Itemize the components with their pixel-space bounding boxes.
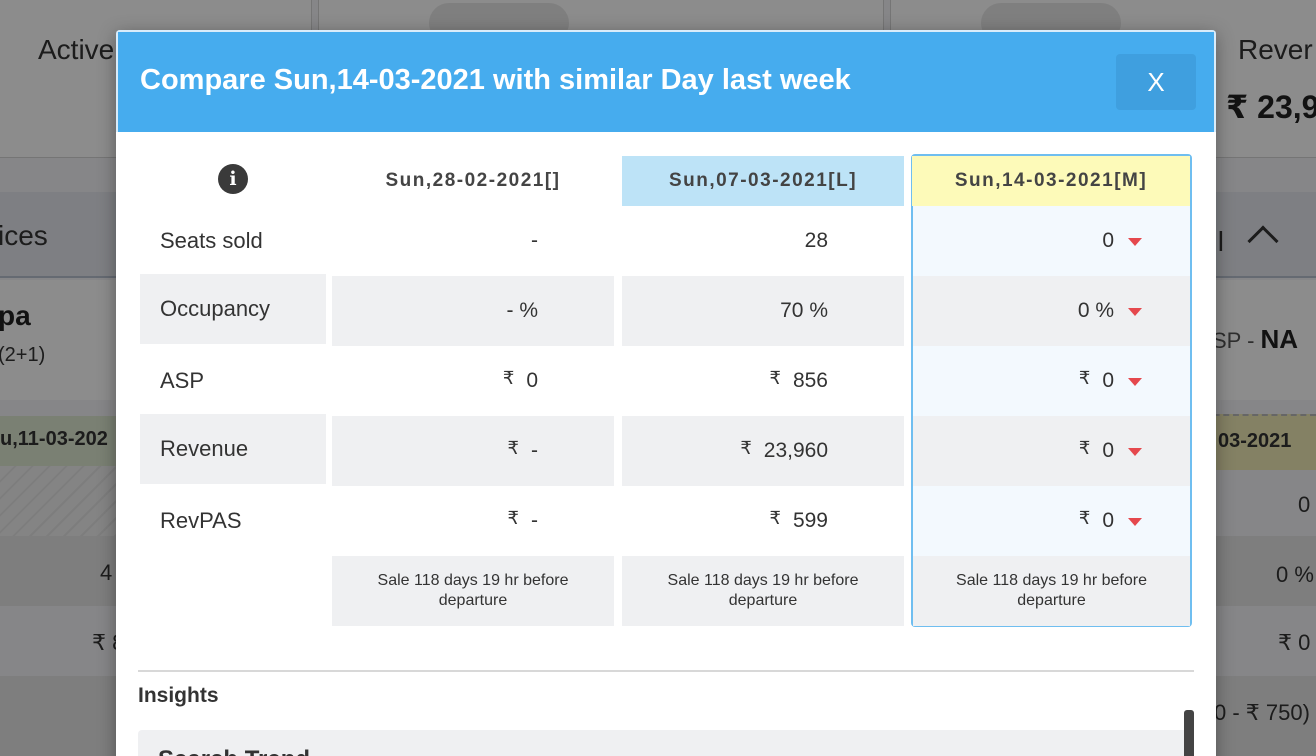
trend-down-icon [1128, 238, 1142, 246]
occupancy-value: 0 % [913, 276, 1190, 346]
value-text: - [531, 439, 538, 462]
value-text: 0 [1102, 439, 1114, 462]
sale-timing-note: Sale 118 days 19 hr before departure [913, 556, 1190, 626]
occupancy-value: - % [332, 276, 614, 346]
seats-sold-value: 0 [913, 206, 1190, 276]
trend-down-icon [1128, 378, 1142, 386]
value-text: 0 % [1077, 299, 1114, 322]
column-tag: [M] [1114, 170, 1148, 191]
compare-modal: Compare Sun,14-03-2021 with similar Day … [116, 30, 1216, 756]
column-tag: [] [544, 170, 561, 191]
row-label-revpas: RevPAS [160, 508, 242, 533]
column-header-last-week: Sun,07-03-2021 [L] [622, 156, 904, 206]
column-tag: [L] [828, 170, 858, 191]
revpas-value: ₹0 [913, 486, 1190, 556]
scrollbar-thumb[interactable] [1184, 710, 1194, 756]
value-text: 856 [792, 369, 828, 392]
occupancy-value: 70 % [622, 276, 904, 346]
asp-value: ₹856 [622, 346, 904, 416]
asp-value: ₹0 [332, 346, 614, 416]
trend-down-icon [1128, 308, 1142, 316]
rupee-icon: ₹ [507, 507, 519, 528]
section-divider [138, 670, 1194, 672]
value-text: 0 [1102, 369, 1114, 392]
column-header-two-weeks-ago: Sun,28-02-2021 [] [332, 156, 614, 206]
modal-header: Compare Sun,14-03-2021 with similar Day … [116, 30, 1216, 132]
rupee-icon: ₹ [507, 437, 519, 458]
trend-down-icon [1128, 518, 1142, 526]
rupee-icon: ₹ [740, 437, 752, 458]
revpas-value: ₹599 [622, 486, 904, 556]
row-label-occupancy: Occupancy [140, 274, 326, 344]
rupee-icon: ₹ [769, 507, 781, 528]
asp-value: ₹0 [913, 346, 1190, 416]
column-date: Sun,28-02-2021 [385, 170, 545, 191]
insights-heading: Insights [138, 684, 219, 707]
rupee-icon: ₹ [1078, 507, 1091, 528]
insight-card: Search Trend [138, 730, 1188, 756]
seats-sold-value: - [531, 229, 538, 252]
revenue-value: ₹ - [332, 416, 614, 486]
column-date: Sun,07-03-2021 [668, 170, 829, 191]
sale-timing-note: Sale 118 days 19 hr before departure [332, 556, 614, 626]
row-label-revenue: Revenue [140, 414, 326, 484]
revenue-value: ₹0 [913, 416, 1190, 486]
value-text: 0 [1102, 509, 1114, 532]
close-button[interactable]: X [1116, 54, 1196, 110]
trend-down-icon [1128, 448, 1142, 456]
value-text: 0 [526, 369, 538, 392]
value-text: 23,960 [763, 439, 828, 462]
rupee-icon: ₹ [769, 367, 781, 388]
rupee-icon: ₹ [502, 367, 515, 388]
row-label-seats-sold: Seats sold [160, 228, 263, 253]
value-text: 599 [792, 509, 828, 532]
value-text: - [531, 509, 538, 532]
revenue-value: ₹23,960 [622, 416, 904, 486]
modal-title: Compare Sun,14-03-2021 with similar Day … [140, 64, 851, 96]
value-text: 0 [1102, 229, 1114, 252]
rupee-icon: ₹ [1078, 367, 1091, 388]
insight-card-title: Search Trend [158, 746, 310, 756]
sale-timing-note: Sale 118 days 19 hr before departure [622, 556, 904, 626]
row-label-asp: ASP [160, 368, 205, 393]
seats-sold-value: 28 [804, 229, 828, 252]
revpas-value: ₹ - [332, 486, 614, 556]
column-date: Sun,14-03-2021 [954, 170, 1115, 191]
column-header-selected-day: Sun,14-03-2021 [M] [912, 156, 1190, 206]
rupee-icon: ₹ [1078, 437, 1091, 458]
info-icon[interactable]: i [218, 164, 248, 194]
